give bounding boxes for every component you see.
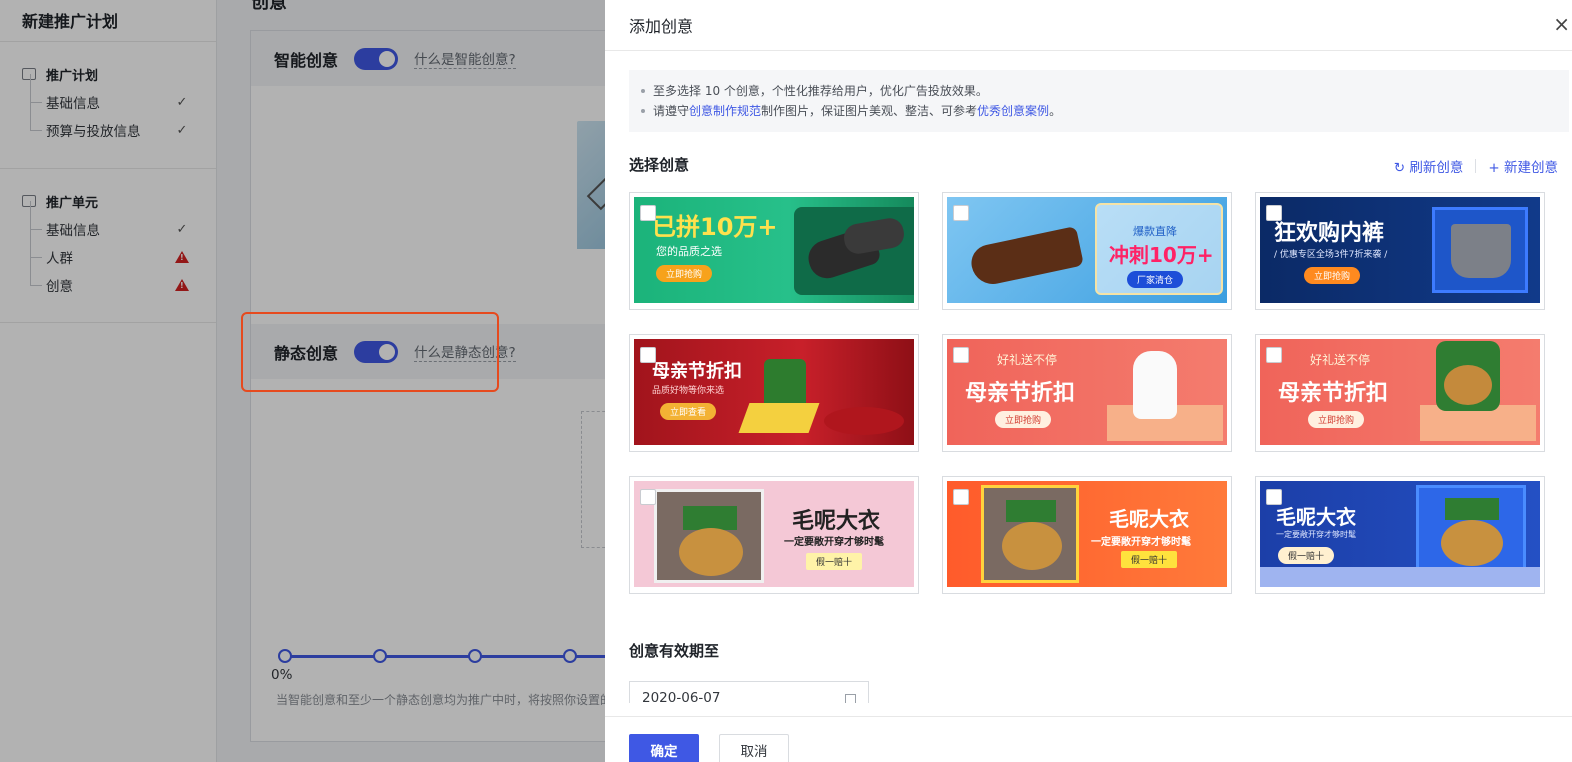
plus-icon: + — [1488, 160, 1504, 176]
creative-image: 好礼送不停 母亲节折扣 立即抢购 — [947, 339, 1227, 445]
creative-cta: 假一赔十 — [806, 553, 863, 570]
creative-headline: 毛呢大衣 — [1276, 505, 1356, 529]
creative-subline: / 优惠专区全场3件7折来袭 / — [1274, 250, 1388, 260]
creative-tile[interactable]: 毛呢大衣 一定要敞开穿才够时髦 假一赔十 — [1255, 476, 1545, 594]
product-ornament — [981, 485, 1079, 583]
creative-headline: 冲刺10万+ — [1109, 243, 1214, 267]
creative-checkbox[interactable] — [1266, 347, 1282, 363]
creative-headline: 已拼10万+ — [652, 213, 778, 241]
creative-cta: 立即抢购 — [1304, 267, 1361, 284]
creative-image: 毛呢大衣 一定要敞开穿才够时髦 假一赔十 — [947, 481, 1227, 587]
creative-cta: 假一赔十 — [1278, 547, 1335, 564]
creative-headline: 母亲节折扣 — [652, 361, 742, 382]
product-underwear — [1432, 207, 1528, 293]
product-slipper — [968, 226, 1084, 288]
notice-box: 至多选择 10 个创意，个性化推荐给用户，优化广告投放效果。 请遵守创意制作规范… — [629, 70, 1569, 132]
creative-actions: ↻ 刷新创意 + 新建创意 — [1394, 156, 1558, 176]
notice-text: 。 — [1049, 104, 1062, 118]
select-creative-title: 选择创意 — [629, 156, 690, 174]
annotation-highlight-box — [241, 312, 499, 392]
notice-text: 制作图片，保证图片美观、整洁、可参考 — [761, 104, 978, 118]
creative-image: 狂欢购内裤 / 优惠专区全场3件7折来袭 / 立即抢购 — [1260, 197, 1540, 303]
refresh-creative-label: 刷新创意 — [1409, 160, 1464, 176]
product-box — [738, 403, 820, 433]
expiry-date-input[interactable]: 2020-06-07 — [629, 681, 869, 703]
creative-cta: 假一赔十 — [1121, 551, 1178, 568]
creative-cta: 立即抢购 — [1308, 411, 1365, 428]
expiry-date-value: 2020-06-07 — [642, 690, 721, 703]
divider — [1475, 159, 1477, 173]
product-pedestal — [824, 407, 904, 435]
creative-tile[interactable]: 已拼10万+ 您的品质之选 立即抢购 — [629, 192, 919, 310]
creative-image: 好礼送不停 母亲节折扣 立即抢购 — [1260, 339, 1540, 445]
creative-checkbox[interactable] — [1266, 489, 1282, 505]
creative-cta: 立即抢购 — [995, 411, 1052, 428]
notice-text: 请遵守 — [653, 104, 690, 118]
creative-checkbox[interactable] — [640, 347, 656, 363]
creative-checkbox[interactable] — [640, 205, 656, 221]
creative-checkbox[interactable] — [640, 489, 656, 505]
new-creative-button[interactable]: + 新建创意 — [1488, 156, 1558, 176]
creative-subline: 一定要敞开穿才够时髦 — [1276, 530, 1356, 539]
creative-cta: 立即查看 — [660, 403, 717, 420]
creative-checkbox[interactable] — [953, 205, 969, 221]
creative-subline: 好礼送不停 — [1310, 353, 1371, 367]
add-creative-drawer: 添加创意 × 至多选择 10 个创意，个性化推荐给用户，优化广告投放效果。 请遵… — [605, 0, 1572, 762]
creative-checkbox[interactable] — [1266, 205, 1282, 221]
creative-cta: 立即抢购 — [656, 265, 713, 282]
creative-tile[interactable]: 爆款直降 冲刺10万+ 厂家清仓 — [942, 192, 1232, 310]
banner-floor — [1260, 567, 1540, 587]
notice-line: 至多选择 10 个创意，个性化推荐给用户，优化广告投放效果。 — [641, 81, 1569, 101]
creative-image: 毛呢大衣 一定要敞开穿才够时髦 假一赔十 — [1260, 481, 1540, 587]
creative-headline: 毛呢大衣 — [792, 509, 881, 534]
product-sandals — [794, 207, 914, 295]
creative-subline: 爆款直降 — [1133, 225, 1177, 238]
drawer-footer: 确定 取消 — [605, 716, 1572, 762]
drawer-header: 添加创意 — [605, 0, 1572, 51]
product-humidifier — [1133, 351, 1177, 419]
creative-tile[interactable]: 好礼送不停 母亲节折扣 立即抢购 — [1255, 334, 1545, 452]
cancel-button[interactable]: 取消 — [719, 734, 789, 762]
creative-cta: 厂家清仓 — [1127, 271, 1184, 288]
creative-image: 已拼10万+ 您的品质之选 立即抢购 — [634, 197, 914, 303]
creative-subline: 好礼送不停 — [997, 353, 1058, 367]
creative-spec-link[interactable]: 创意制作规范 — [689, 104, 761, 118]
drawer-title: 添加创意 — [629, 17, 694, 36]
excellent-cases-link[interactable]: 优秀创意案例 — [977, 104, 1049, 118]
creative-tile[interactable]: 毛呢大衣 一定要敞开穿才够时髦 假一赔十 — [942, 476, 1232, 594]
creative-tile[interactable]: 狂欢购内裤 / 优惠专区全场3件7折来袭 / 立即抢购 — [1255, 192, 1545, 310]
close-icon[interactable]: × — [1553, 12, 1570, 36]
notice-text: 至多选择 10 个创意，个性化推荐给用户，优化广告投放效果。 — [653, 84, 988, 98]
creative-checkbox[interactable] — [953, 489, 969, 505]
creative-subline: 一定要敞开穿才够时髦 — [1091, 537, 1191, 548]
creative-headline: 狂欢购内裤 — [1274, 221, 1385, 246]
creative-subline: 品质好物等你来选 — [652, 386, 725, 396]
creative-tile[interactable]: 毛呢大衣 一定要敞开穿才够时髦 假一赔十 — [629, 476, 919, 594]
refresh-creative-button[interactable]: ↻ 刷新创意 — [1394, 156, 1464, 176]
creative-headline: 母亲节折扣 — [1278, 381, 1389, 406]
creative-image: 爆款直降 冲刺10万+ 厂家清仓 — [947, 197, 1227, 303]
expiry-date-title: 创意有效期至 — [629, 642, 720, 660]
creative-tile[interactable]: 母亲节折扣 品质好物等你来选 立即查看 — [629, 334, 919, 452]
creative-headline: 母亲节折扣 — [965, 381, 1076, 406]
calendar-icon[interactable] — [845, 694, 856, 703]
creative-subline: 一定要敞开穿才够时髦 — [784, 537, 884, 548]
product-ornament — [1416, 485, 1526, 577]
creative-checkbox[interactable] — [953, 347, 969, 363]
refresh-icon: ↻ — [1393, 160, 1410, 176]
confirm-button[interactable]: 确定 — [629, 734, 699, 762]
product-ornament — [654, 489, 764, 583]
creative-tile[interactable]: 好礼送不停 母亲节折扣 立即抢购 — [942, 334, 1232, 452]
creative-subline: 您的品质之选 — [656, 245, 722, 258]
promo-panel: 爆款直降 冲刺10万+ 厂家清仓 — [1095, 203, 1223, 295]
new-creative-label: 新建创意 — [1504, 160, 1558, 176]
notice-line: 请遵守创意制作规范制作图片，保证图片美观、整洁、可参考优秀创意案例。 — [641, 101, 1569, 121]
product-ornament — [1436, 341, 1500, 411]
creative-headline: 毛呢大衣 — [1109, 507, 1189, 531]
creative-image: 母亲节折扣 品质好物等你来选 立即查看 — [634, 339, 914, 445]
creative-image: 毛呢大衣 一定要敞开穿才够时髦 假一赔十 — [634, 481, 914, 587]
